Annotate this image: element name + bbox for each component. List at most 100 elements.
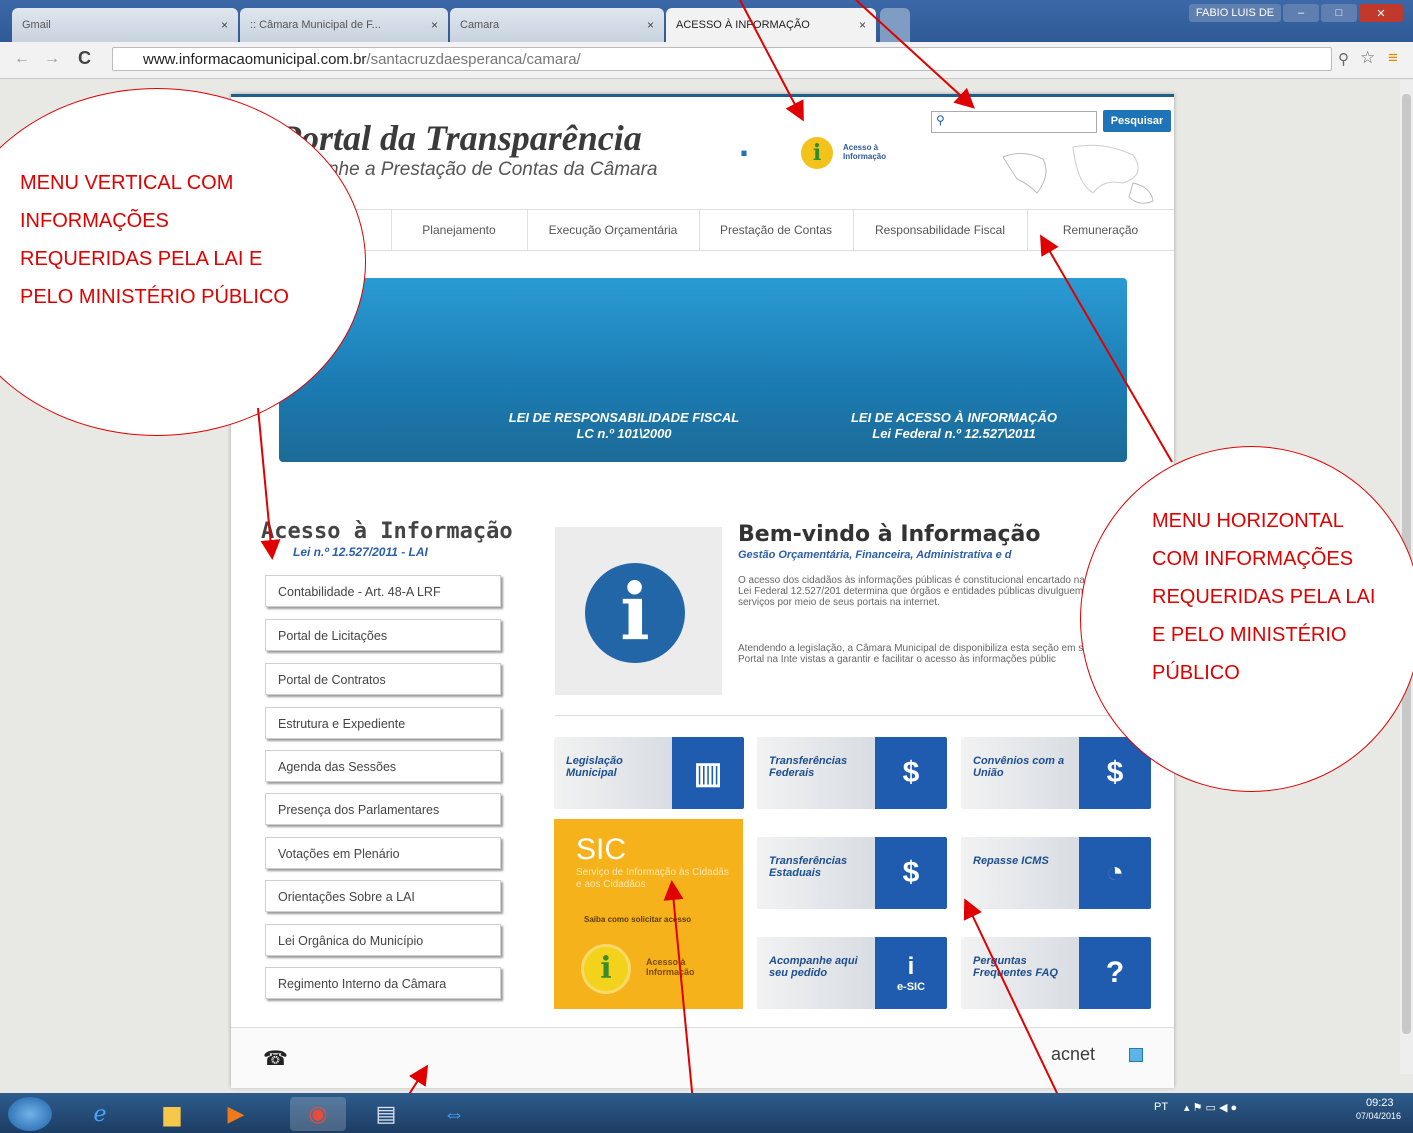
back-icon[interactable]: ← (14, 50, 30, 68)
esic-label: e-SIC (896, 981, 926, 993)
sic-subtitle: Serviço de Informação às Cidadãs e aos C… (576, 867, 729, 890)
sidebar-item-orientacoes-lai[interactable]: Orientações Sobre a LAI (265, 880, 501, 912)
tile-acompanhe-pedido[interactable]: Acompanhe aqui seu pedido i e-SIC (757, 937, 947, 1009)
welcome-paragraph-2: Atendendo a legislação, a Câmara Municip… (738, 643, 1095, 665)
sidebar-subtitle: Lei n.º 12.527/2011 - LAI (293, 545, 428, 559)
close-icon[interactable]: × (221, 18, 228, 32)
sic-link[interactable]: Saiba como solicitar acesso (584, 915, 691, 924)
tile-repasse-icms[interactable]: Repasse ICMS ◔ (961, 837, 1151, 909)
menu-icon[interactable]: ≡ (1388, 48, 1398, 68)
media-player-icon[interactable]: ▶ (208, 1097, 264, 1131)
minimize-button[interactable]: – (1283, 4, 1319, 22)
close-window-button[interactable]: ✕ (1359, 4, 1403, 22)
tab-label: Camara (460, 19, 500, 31)
url-path: /santacruzdaesperanca/camara/ (366, 51, 581, 68)
hmenu-item-remuneracao[interactable]: Remuneração (1027, 210, 1174, 250)
acnet-logo[interactable]: acnet (1051, 1044, 1095, 1065)
question-icon: ? (1079, 937, 1151, 1009)
page-footer: ☎ acnet (231, 1027, 1174, 1088)
sic-panel[interactable]: SIC Serviço de Informação às Cidadãs e a… (554, 819, 743, 1009)
close-icon[interactable]: × (859, 18, 866, 32)
welcome-title: Bem-vindo à Informação (738, 522, 1041, 547)
sidebar-item-estrutura[interactable]: Estrutura e Expediente (265, 707, 501, 739)
url-input[interactable]: www.informacaomunicipal.com.br/santacruz… (112, 47, 1332, 71)
social-icon[interactable] (1129, 1048, 1143, 1062)
banner-lrf-sub: LC n.º 101\2000 (576, 426, 672, 441)
new-tab-button[interactable] (880, 8, 910, 42)
search-input[interactable]: ⚲ (931, 111, 1097, 133)
tile-faq[interactable]: Perguntas Frequentes FAQ? (961, 937, 1151, 1009)
banner-lrf-title: LEI DE RESPONSABILIDADE FISCAL (508, 410, 740, 425)
sidebar-item-lei-organica[interactable]: Lei Orgânica do Município (265, 924, 501, 956)
tab-label: :: Câmara Municipal de F... (250, 19, 381, 31)
info-icon: i (584, 947, 628, 991)
close-icon[interactable]: × (647, 18, 654, 32)
address-bar-row: ← → C www.informacaomunicipal.com.br/san… (0, 42, 1413, 79)
tile-transferencias-federais[interactable]: Transferências Federais $ (757, 737, 947, 809)
sidebar-item-votacoes[interactable]: Votações em Plenário (265, 837, 501, 869)
ie-icon[interactable]: e (72, 1097, 128, 1131)
sic-badge-label: Acesso à Informação (646, 957, 695, 977)
window-controls: FABIO LUIS DE – □ ✕ (1189, 4, 1403, 24)
money-cycle-icon: $ (875, 737, 947, 809)
title-dot: . (739, 123, 750, 164)
folder-icon[interactable]: ▆ (144, 1097, 200, 1131)
portal-title: Portal da Transparência (279, 118, 642, 158)
sidebar-item-presenca[interactable]: Presença dos Parlamentares (265, 793, 501, 825)
sidebar-item-agenda[interactable]: Agenda das Sessões (265, 750, 501, 782)
hmenu-item-responsabilidade-fiscal[interactable]: Responsabilidade Fiscal (853, 210, 1028, 250)
info-icon: i (585, 563, 685, 663)
tray-time[interactable]: 09:23 (1366, 1097, 1394, 1109)
portal-subtitle: mpanhe a Prestação de Contas da Câmara (291, 159, 658, 180)
sidebar-item-contratos[interactable]: Portal de Contratos (265, 663, 501, 695)
sidebar-item-licitacoes[interactable]: Portal de Licitações (265, 619, 501, 651)
tab-camara[interactable]: Camara × (450, 8, 664, 42)
hmenu-item-planejamento[interactable]: Planejamento (391, 210, 528, 250)
bookmark-star-icon[interactable]: ☆ (1360, 48, 1375, 68)
tab-gmail[interactable]: Gmail × (12, 8, 238, 42)
tray-icons[interactable]: ▴ ⚑ ▭ ◀ ● (1184, 1101, 1237, 1114)
portal-page: Portal da Transparência . mpanhe a Prest… (231, 94, 1174, 1088)
sidebar-item-regimento[interactable]: Regimento Interno da Câmara (265, 967, 501, 999)
tile-transferencias-estaduais[interactable]: Transferências Estaduais $ (757, 837, 947, 909)
tile-label: Repasse ICMS (973, 855, 1049, 867)
phone-icon: ☎ (263, 1048, 288, 1070)
document-icon[interactable]: ▤ (358, 1097, 414, 1131)
welcome-paragraph-1: O acesso dos cidadãos às informações púb… (738, 575, 1097, 608)
acesso-informacao-badge-label[interactable]: Acesso à Informação (843, 143, 903, 161)
close-icon[interactable]: × (431, 18, 438, 32)
sidebar-item-contabilidade[interactable]: Contabilidade - Art. 48-A LRF (265, 575, 501, 607)
info-icon: i e-SIC (875, 937, 947, 1009)
search-button[interactable]: Pesquisar (1103, 110, 1171, 132)
zoom-icon[interactable]: ⚲ (1338, 50, 1349, 68)
start-button[interactable] (8, 1097, 52, 1131)
chrome-icon[interactable]: ◉ (290, 1097, 346, 1131)
tab-camara-municipal[interactable]: :: Câmara Municipal de F... × (240, 8, 448, 42)
divider (555, 715, 1165, 716)
annotation-vertical-menu: MENU VERTICAL COM INFORMAÇÕES REQUERIDAS… (20, 172, 289, 308)
maximize-button[interactable]: □ (1321, 4, 1357, 22)
info-icon[interactable]: i (801, 137, 833, 169)
tray-date[interactable]: 07/04/2016 (1356, 1111, 1401, 1121)
banner-lai-title: LEI DE ACESSO À INFORMAÇÃO (850, 410, 1058, 425)
hmenu-item-execucao-orcamentaria[interactable]: Execução Orçamentária (527, 210, 700, 250)
tab-label: ACESSO À INFORMAÇÃO (676, 19, 810, 31)
tab-acesso-informacao[interactable]: ACESSO À INFORMAÇÃO × (666, 8, 876, 42)
url-host: www.informacaomunicipal.com.br (143, 51, 367, 68)
tile-label: Perguntas Frequentes FAQ (973, 955, 1058, 979)
forward-icon[interactable]: → (44, 50, 60, 68)
user-profile[interactable]: FABIO LUIS DE (1189, 4, 1281, 22)
annotation-horizontal-menu: MENU HORIZONTAL COM INFORMAÇÕES REQUERID… (1152, 510, 1376, 684)
tile-legislacao[interactable]: Legislação Municipal ▥ (554, 737, 744, 809)
reload-icon[interactable]: C (78, 48, 91, 69)
teamviewer-icon[interactable]: ⇔ (426, 1097, 482, 1131)
tile-label: Acompanhe aqui seu pedido (769, 955, 858, 979)
sic-title: SIC (576, 833, 627, 866)
tile-convenios[interactable]: Convênios com a União $ (961, 737, 1151, 809)
welcome-info-box: i (555, 527, 722, 695)
hmenu-item-prestacao-de-contas[interactable]: Prestação de Contas (699, 210, 854, 250)
laws-banner[interactable]: LEI DE RESPONSABILIDADE FISCAL LC n.º 10… (279, 278, 1127, 462)
pie-chart-icon: ◔ (1079, 837, 1151, 909)
tile-label: Convênios com a União (973, 755, 1065, 779)
language-indicator[interactable]: PT (1154, 1101, 1168, 1113)
